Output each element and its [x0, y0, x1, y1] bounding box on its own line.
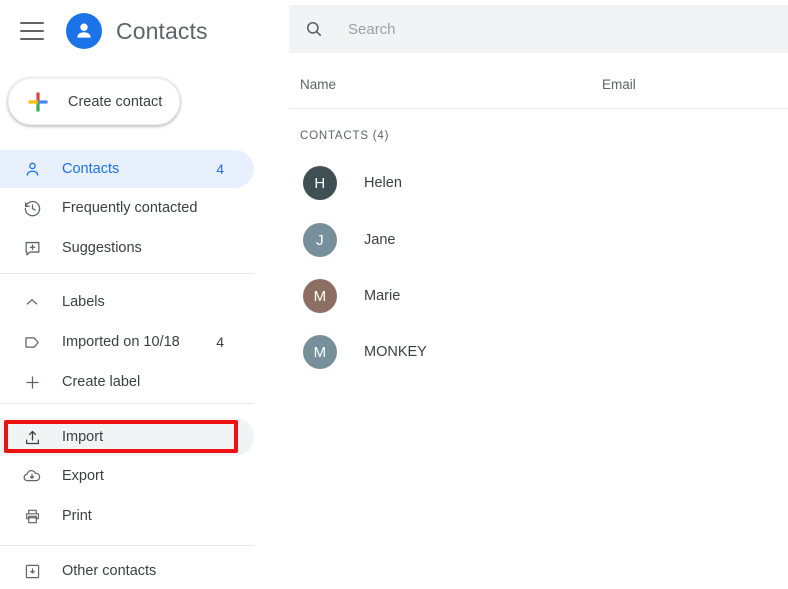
column-header-name: Name: [300, 77, 337, 92]
table-row[interactable]: H Helen: [280, 160, 788, 206]
sidebar-item-contacts[interactable]: Contacts 4: [0, 150, 254, 188]
sidebar-item-frequently-contacted[interactable]: Frequently contacted: [0, 189, 254, 227]
avatar: J: [303, 223, 337, 257]
avatar: M: [303, 279, 337, 313]
printer-icon: [20, 504, 44, 528]
sidebar-item-imported-label[interactable]: Imported on 10/18 4: [0, 323, 254, 361]
sidebar-item-labels[interactable]: Labels: [0, 283, 254, 321]
sidebar-item-label: Suggestions: [62, 240, 142, 256]
sidebar-header: Contacts: [0, 0, 280, 62]
sidebar: Contacts Create contact Contacts 4 Frequ…: [0, 0, 280, 589]
search-input[interactable]: Search: [289, 5, 788, 53]
other-contacts-icon: [20, 559, 44, 583]
search-icon: [302, 17, 326, 41]
contacts-app-window: Contacts Create contact Contacts 4 Frequ…: [0, 0, 788, 589]
person-outline-icon: [20, 157, 44, 181]
google-plus-icon: [27, 91, 49, 113]
create-contact-label: Create contact: [68, 93, 163, 110]
create-contact-button[interactable]: Create contact: [8, 78, 180, 125]
sidebar-item-label: Contacts: [62, 161, 120, 177]
sidebar-item-create-label[interactable]: Create label: [0, 363, 254, 401]
person-avatar-icon: [66, 13, 102, 49]
export-cloud-download-icon: [20, 464, 44, 488]
sidebar-divider: [0, 273, 254, 274]
label-tag-icon: [20, 330, 44, 354]
history-clock-icon: [20, 196, 44, 220]
search-placeholder: Search: [348, 20, 396, 38]
contact-name: MONKEY: [364, 344, 427, 360]
sidebar-divider: [0, 545, 254, 546]
sidebar-item-other-contacts[interactable]: Other contacts: [0, 552, 254, 589]
avatar: H: [303, 166, 337, 200]
sidebar-item-label: Export: [62, 468, 104, 484]
sidebar-item-label: Imported on 10/18: [62, 334, 180, 350]
table-row[interactable]: M Marie: [280, 273, 788, 319]
header-divider: [289, 108, 788, 109]
sidebar-item-label: Other contacts: [62, 563, 157, 579]
sidebar-item-label: Labels: [62, 294, 105, 310]
sidebar-item-label: Print: [62, 508, 92, 524]
sidebar-item-label: Frequently contacted: [62, 200, 198, 216]
contacts-section-label: CONTACTS (4): [300, 130, 390, 142]
sidebar-item-label: Import: [62, 429, 104, 445]
sidebar-item-export[interactable]: Export: [0, 457, 254, 495]
chevron-up-icon: [20, 290, 44, 314]
import-upload-icon: [20, 425, 44, 449]
sidebar-item-label: Create label: [62, 374, 141, 390]
sidebar-item-print[interactable]: Print: [0, 497, 254, 535]
sidebar-divider: [0, 403, 254, 404]
sidebar-item-import[interactable]: Import: [0, 418, 254, 456]
hamburger-menu-icon[interactable]: [20, 22, 44, 40]
contact-name: Marie: [364, 288, 401, 304]
avatar: M: [303, 335, 337, 369]
table-row[interactable]: M MONKEY: [280, 329, 788, 375]
plus-icon: [20, 370, 44, 394]
main-content: Search Name Email CONTACTS (4) H Helen J…: [280, 0, 788, 589]
contact-name: Helen: [364, 175, 402, 191]
suggestion-badge-icon: [20, 236, 44, 260]
column-header-email: Email: [602, 77, 636, 92]
sidebar-item-count: 4: [216, 334, 224, 350]
contact-name: Jane: [364, 232, 396, 248]
app-title: Contacts: [116, 17, 208, 44]
sidebar-item-count: 4: [216, 161, 224, 177]
sidebar-item-suggestions[interactable]: Suggestions: [0, 229, 254, 267]
table-row[interactable]: J Jane: [280, 217, 788, 263]
